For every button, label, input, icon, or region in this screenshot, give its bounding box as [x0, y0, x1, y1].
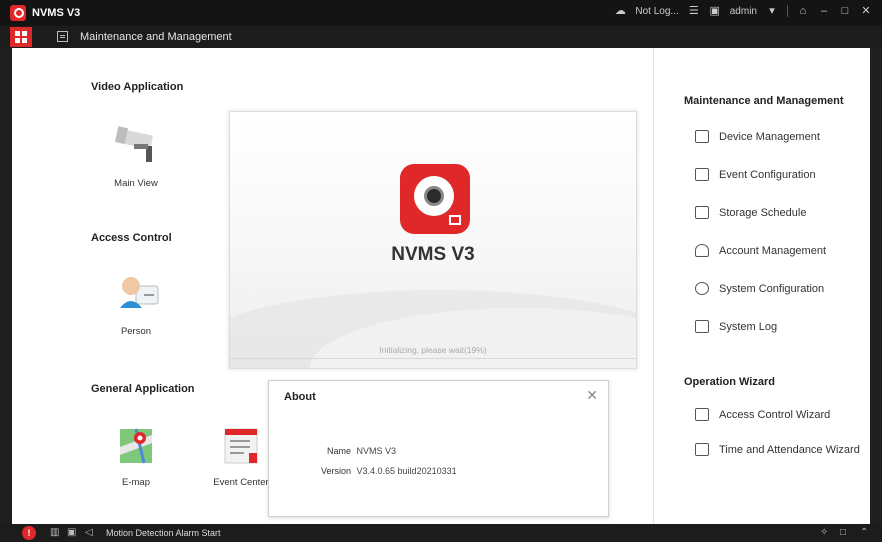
menu-label: System Configuration [719, 282, 825, 295]
version-label: Version [320, 466, 351, 476]
title-bar: NVMS V3 ☁ Not Log... ☰ ▣ admin ▾ ⌂ – □ ✕ [0, 0, 882, 26]
app-label: Main View [114, 178, 158, 189]
about-dialog: About ✕ Name NVMS V3 Version V3.4.0.65 b… [268, 380, 609, 517]
pin-icon[interactable]: ✧ [820, 527, 828, 538]
log-icon [695, 320, 709, 333]
close-icon[interactable]: ✕ [860, 5, 872, 17]
menu-device-management[interactable]: Device Management [695, 130, 820, 143]
app-person[interactable]: Person [91, 272, 181, 337]
maintenance-tab-icon [57, 31, 68, 42]
alarm-icon[interactable]: ! [22, 526, 36, 540]
lock-icon[interactable]: ⌂ [797, 5, 809, 17]
name-label: Name [326, 446, 351, 456]
grid-cell [15, 31, 20, 36]
grid-cell [15, 38, 20, 43]
device-icon [695, 130, 709, 143]
lens-inner [424, 186, 444, 206]
panel-divider [653, 48, 654, 524]
tab-bar: Maintenance and Management [0, 26, 882, 48]
camera-icon [110, 124, 162, 170]
account-icon [695, 244, 709, 257]
window-icon[interactable]: ▣ [67, 527, 76, 538]
calendar-icon [695, 443, 709, 456]
about-version-row: Version V3.4.0.65 build20210331 [319, 466, 457, 476]
menu-event-configuration[interactable]: Event Configuration [695, 168, 816, 181]
menu-storage-schedule[interactable]: Storage Schedule [695, 206, 806, 219]
chevron-down-icon[interactable]: ▾ [766, 5, 778, 17]
menu-label: Event Configuration [719, 168, 816, 181]
separator [787, 5, 788, 17]
grid-cell [22, 38, 27, 43]
minimize-icon[interactable]: – [818, 5, 830, 17]
version-value: V3.4.0.65 build20210331 [356, 466, 457, 476]
section-title-video: Video Application [91, 81, 184, 93]
close-icon[interactable]: ✕ [586, 387, 598, 404]
menu-label: Device Management [719, 130, 820, 143]
maximize-icon[interactable]: □ [839, 5, 851, 17]
event-icon [695, 168, 709, 181]
home-grid-button[interactable] [10, 27, 32, 47]
wizard-section-title: Operation Wizard [684, 376, 775, 388]
splash-progress-track [230, 358, 636, 359]
section-title-general: General Application [91, 383, 195, 395]
menu-label: Time and Attendance Wizard [719, 443, 860, 456]
status-text: Motion Detection Alarm Start [106, 528, 221, 538]
menu-account-management[interactable]: Account Management [695, 244, 826, 257]
grid-cell [22, 31, 27, 36]
name-value: NVMS V3 [356, 446, 397, 456]
menu-label: System Log [719, 320, 778, 333]
nvms-logo-icon [400, 164, 470, 234]
window-restore-icon[interactable]: □ [840, 527, 846, 538]
collapse-icon[interactable]: ⌃ [860, 527, 868, 538]
menu-time-attendance-wizard[interactable]: Time and Attendance Wizard [695, 443, 860, 456]
app-emap[interactable]: E-map [91, 423, 181, 488]
storage-icon [695, 206, 709, 219]
app-logo-icon [10, 5, 26, 21]
app-main-view[interactable]: Main View [91, 124, 181, 189]
sound-icon[interactable]: ◁ [85, 527, 93, 538]
section-title-access: Access Control [91, 232, 172, 244]
login-status[interactable]: Not Log... [635, 6, 678, 17]
list-icon[interactable]: ☰ [688, 5, 700, 17]
user-name[interactable]: admin [730, 6, 757, 17]
menu-access-control-wizard[interactable]: Access Control Wizard [695, 408, 830, 421]
event-center-icon [215, 423, 267, 469]
logo-corner [449, 215, 461, 225]
person-icon [110, 272, 162, 318]
menu-system-configuration[interactable]: System Configuration [695, 282, 824, 295]
maintenance-section-title: Maintenance and Management [684, 95, 844, 107]
map-icon [110, 423, 162, 469]
app-label: E-map [122, 477, 150, 488]
splash-screen: NVMS V3 Initializing, please wait(19%) [229, 111, 637, 369]
access-wizard-icon [695, 408, 709, 421]
app-label: Person [120, 326, 152, 337]
title-bar-controls: ☁ Not Log... ☰ ▣ admin ▾ ⌂ – □ ✕ [614, 5, 872, 17]
tab-maintenance[interactable]: Maintenance and Management [80, 31, 232, 43]
cloud-icon[interactable]: ☁ [614, 5, 626, 17]
menu-label: Account Management [719, 244, 827, 257]
splash-status: Initializing, please wait(19%) [379, 345, 487, 355]
gear-icon [695, 282, 709, 295]
image-icon[interactable]: ▣ [709, 5, 721, 17]
trash-icon[interactable]: ▥ [50, 527, 59, 538]
about-name-row: Name NVMS V3 [319, 446, 396, 456]
splash-title: NVMS V3 [391, 244, 475, 265]
menu-label: Storage Schedule [719, 206, 807, 219]
status-bar: ! ▥ ▣ ◁ Motion Detection Alarm Start ✧ □… [0, 524, 882, 542]
app-title: NVMS V3 [32, 7, 81, 19]
about-title: About [284, 391, 316, 403]
menu-label: Access Control Wizard [719, 408, 831, 421]
menu-system-log[interactable]: System Log [695, 320, 777, 333]
